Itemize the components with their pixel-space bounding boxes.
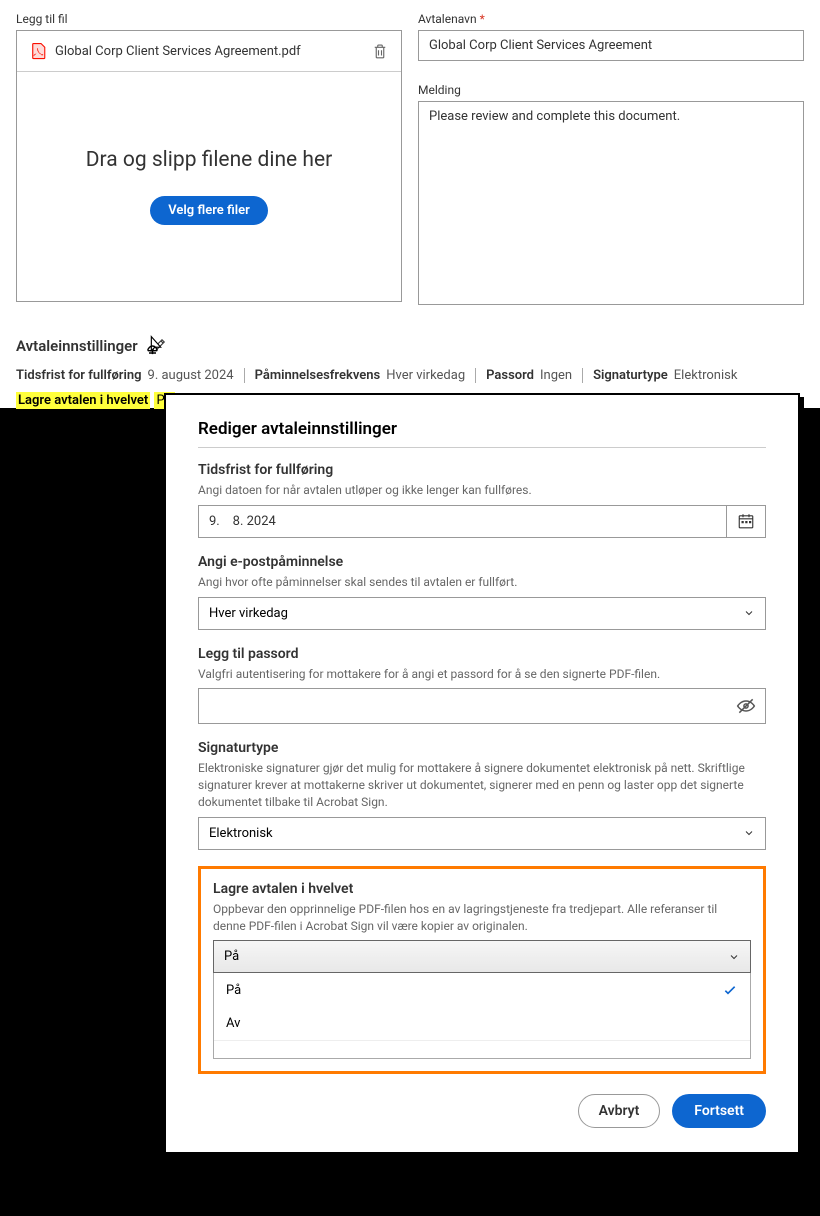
check-icon: [722, 982, 738, 998]
password-input[interactable]: [198, 688, 766, 724]
select-more-files-button[interactable]: Velg flere filer: [150, 196, 268, 225]
vault-select[interactable]: På: [213, 940, 751, 973]
vault-option-on[interactable]: På: [214, 973, 750, 1007]
edit-settings-modal: Rediger avtaleinnstillinger Tidsfrist fo…: [166, 395, 798, 1152]
chevron-down-icon: [743, 607, 755, 619]
file-name: Global Corp Client Services Agreement.pd…: [55, 44, 363, 59]
dropzone-text: Dra og slipp filene dine her: [86, 148, 332, 172]
modal-title: Rediger avtaleinnstillinger: [198, 419, 766, 448]
agreement-name-label: Avtalenavn *: [418, 12, 804, 26]
settings-summary: Tidsfrist for fullføring9. august 2024 P…: [16, 368, 804, 383]
chevron-down-icon: [728, 951, 740, 963]
message-label: Melding: [418, 83, 804, 97]
message-textarea[interactable]: Please review and complete this document…: [418, 101, 804, 305]
file-row: Global Corp Client Services Agreement.pd…: [17, 31, 401, 72]
vault-dropdown: På Av: [213, 973, 751, 1059]
continue-button[interactable]: Fortsett: [672, 1094, 766, 1128]
cancel-button[interactable]: Avbryt: [578, 1094, 661, 1128]
deadline-help: Angi datoen for når avtalen utløper og i…: [198, 482, 766, 499]
sigtype-select[interactable]: Elektronisk: [198, 817, 766, 850]
trash-icon[interactable]: [371, 42, 389, 60]
agreement-name-input[interactable]: [418, 30, 804, 61]
sigtype-help: Elektroniske signaturer gjør det mulig f…: [198, 760, 766, 810]
file-panel: Global Corp Client Services Agreement.pd…: [16, 30, 402, 302]
vault-option-off[interactable]: Av: [214, 1007, 750, 1040]
sigtype-label: Signaturtype: [198, 740, 766, 756]
vault-label: Lagre avtalen i hvelvet: [213, 881, 751, 897]
reminder-help: Angi hvor ofte påminnelser skal sendes t…: [198, 574, 766, 591]
settings-title: Avtaleinnstillinger: [16, 337, 138, 355]
reminder-label: Angi e-postpåminnelse: [198, 554, 766, 570]
calendar-icon: [737, 512, 755, 530]
password-help: Valgfri autentisering for mottakere for …: [198, 666, 766, 683]
chevron-down-icon: [743, 827, 755, 839]
reminder-select[interactable]: Hver virkedag: [198, 597, 766, 630]
password-label: Legg til passord: [198, 646, 766, 662]
dropzone[interactable]: Dra og slipp filene dine her Velg flere …: [17, 72, 401, 301]
calendar-button[interactable]: [727, 505, 766, 538]
vault-help: Oppbevar den opprinnelige PDF-filen hos …: [213, 901, 751, 935]
deadline-label: Tidsfrist for fullføring: [198, 462, 766, 478]
edit-settings-icon[interactable]: [150, 336, 168, 358]
eye-off-icon[interactable]: [736, 696, 756, 716]
vault-highlight-box: Lagre avtalen i hvelvet Oppbevar den opp…: [198, 866, 766, 1075]
pdf-icon: [29, 41, 47, 61]
deadline-input[interactable]: [198, 505, 727, 538]
file-label: Legg til fil: [16, 12, 402, 26]
